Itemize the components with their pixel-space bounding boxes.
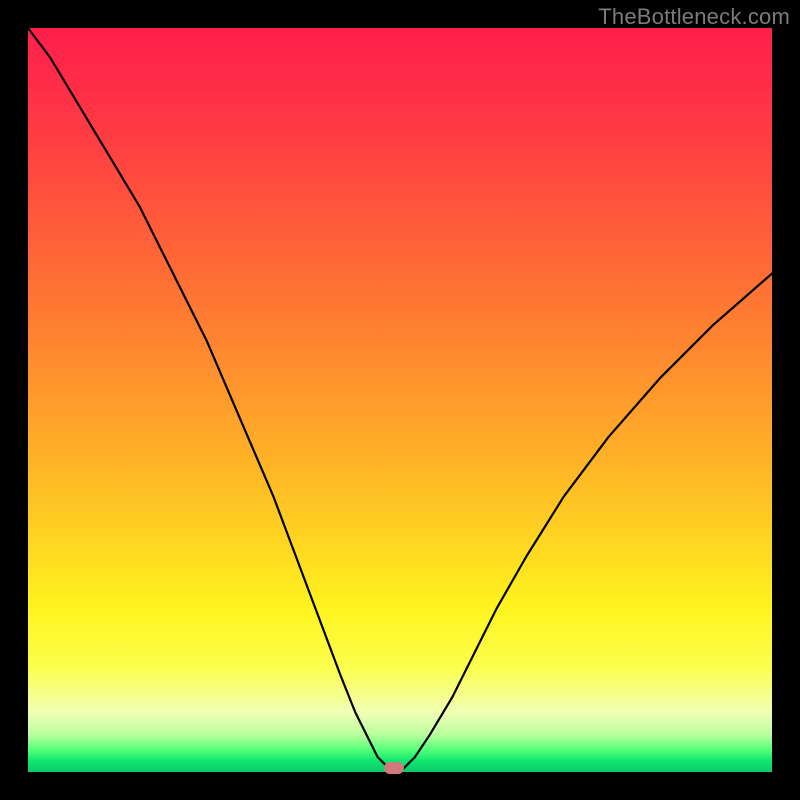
chart-frame: TheBottleneck.com — [0, 0, 800, 800]
plot-area — [28, 28, 772, 772]
curve-svg — [28, 28, 772, 772]
minimum-marker — [384, 762, 404, 774]
bottleneck-curve — [28, 28, 772, 772]
watermark-text: TheBottleneck.com — [598, 4, 790, 30]
